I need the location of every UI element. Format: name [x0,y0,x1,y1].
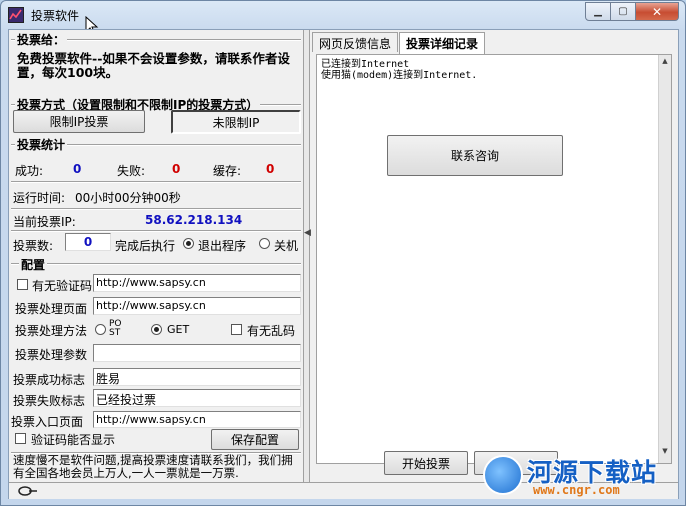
title-bar[interactable]: 投票软件 ▁ ▢ ✕ [1,1,685,36]
captcha-label: 有无验证码 [32,279,93,293]
post-label: POST [109,319,122,338]
cache-count: 0 [266,162,275,176]
log-text: 已连接到Internet 使用猫(modem)连接到Internet. [321,59,478,81]
watermark-logo-icon [483,455,523,495]
process-page-label: 投票处理页面 [15,302,88,316]
fail-flag-label: 投票失败标志 [13,394,86,408]
minimize-button[interactable]: ▁ [585,2,611,21]
captcha-url-input[interactable]: http://www.sapsy.cn [93,274,301,292]
client-area: 投票给： 免费投票软件--如果不会设置参数，请联系作者设置，每次100块。 投票… [8,29,679,499]
vote-notice: 免费投票软件--如果不会设置参数，请联系作者设置，每次100块。 [17,51,290,80]
exit-program-label: 退出程序 [198,239,247,253]
collapse-arrow-icon: ◀ [304,228,311,238]
shutdown-label: 关机 [274,239,299,253]
exit-program-radio[interactable] [183,238,194,249]
entry-page-input[interactable]: http://www.sapsy.cn [93,411,301,428]
shutdown-radio[interactable] [259,238,270,249]
current-ip-label: 当前投票IP: [13,215,76,229]
after-finish-label: 完成后执行 [115,239,176,253]
minimize-icon: ▁ [594,6,602,17]
log-textarea[interactable]: 已连接到Internet 使用猫(modem)连接到Internet. ▲ ▼ … [316,54,672,464]
entry-page-label: 投票入口页面 [11,415,84,429]
vote-to-title: 投票给： [15,31,68,48]
scroll-up-icon[interactable]: ▲ [659,57,671,71]
close-button[interactable]: ✕ [636,2,679,21]
save-config-button[interactable]: 保存配置 [211,429,299,450]
fail-label: 失败: [117,164,146,178]
watermark-url: www.cngr.com [533,483,620,497]
tab-bar: 网页反馈信息 投票详细记录 [312,32,486,54]
post-radio[interactable] [95,324,106,335]
success-label: 成功: [15,164,44,178]
section-divider [11,208,301,210]
connection-icon [18,486,37,496]
start-vote-button[interactable]: 开始投票 [384,451,468,475]
chart-icon [8,7,24,23]
get-radio[interactable] [151,324,162,335]
window-title: 投票软件 [31,9,80,23]
unlimited-ip-button[interactable]: 未限制IP [171,110,301,134]
vote-count-input[interactable]: 0 [65,233,111,251]
section-divider [11,181,301,183]
fail-count: 0 [172,162,181,176]
captcha-show-label: 验证码能否显示 [31,433,116,447]
cache-label: 缓存: [213,164,242,178]
process-page-input[interactable]: http://www.sapsy.cn [93,297,301,315]
tab-vote-details[interactable]: 投票详细记录 [399,32,486,54]
tab-web-feedback[interactable]: 网页反馈信息 [312,32,399,52]
runtime-value: 00小时00分钟00秒 [75,191,181,205]
log-scrollbar[interactable]: ▲ ▼ [658,55,671,463]
watermark: 河源下载站 www.cngr.com [483,453,679,499]
current-ip-value: 58.62.218.134 [145,213,243,227]
config-title: 配置 [19,256,48,273]
process-params-input[interactable] [93,344,301,362]
section-divider [11,263,301,265]
maximize-icon: ▢ [618,6,628,17]
contact-button[interactable]: 联系咨询 [387,135,563,176]
success-flag-label: 投票成功标志 [13,373,86,387]
vote-count-label: 投票数: [13,239,54,253]
success-count: 0 [73,162,82,176]
garble-label: 有无乱码 [247,324,296,338]
runtime-label: 运行时间: [13,191,66,205]
maximize-button[interactable]: ▢ [611,2,636,21]
success-flag-input[interactable]: 胜易 [93,368,301,386]
garble-checkbox[interactable] [231,324,242,335]
left-panel: 投票给： 免费投票软件--如果不会设置参数，请联系作者设置，每次100块。 投票… [9,30,303,482]
panel-splitter[interactable]: ◀ [303,30,311,482]
fail-flag-input[interactable]: 已经投过票 [93,389,301,407]
close-icon: ✕ [651,4,663,19]
limited-ip-button[interactable]: 限制IP投票 [13,110,145,133]
vote-stats-title: 投票统计 [15,136,68,153]
process-params-label: 投票处理参数 [15,348,88,362]
process-method-label: 投票处理方法 [15,324,88,338]
captcha-show-checkbox[interactable] [15,433,26,444]
right-panel: 网页反馈信息 投票详细记录 已连接到Internet 使用猫(modem)连接到… [312,30,678,482]
get-label: GET [167,323,190,336]
app-window: 投票软件 ▁ ▢ ✕ 投票给： 免费投票软件--如果不会设置参数，请联系作者设置… [0,0,686,506]
section-divider [11,230,301,232]
speed-notice: 速度慢不是软件问题,提高投票速度请联系我们，我们拥有全国各地会员上万人,一人一票… [13,453,293,480]
captcha-checkbox[interactable] [17,279,28,290]
